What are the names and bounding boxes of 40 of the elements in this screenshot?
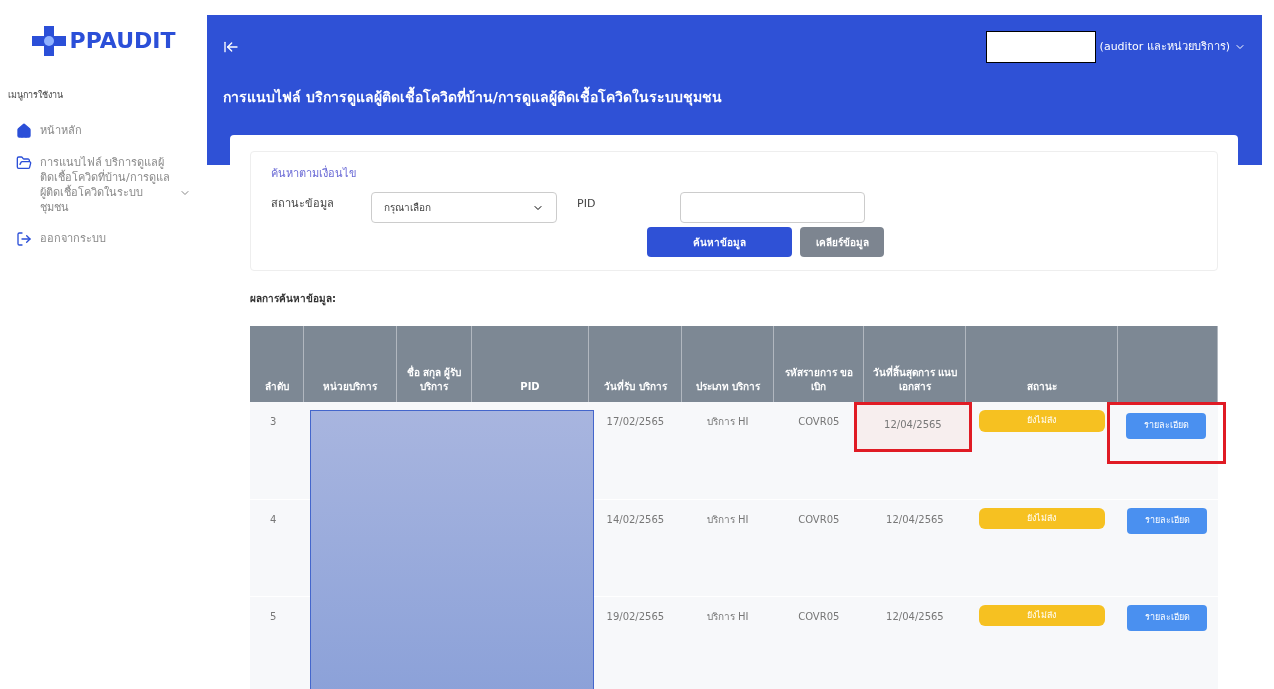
table-cell: COVR05: [773, 499, 864, 596]
status-badge: ยังไม่ส่ง: [978, 507, 1105, 529]
table-cell-text: 12/04/2565: [885, 609, 945, 624]
table-cell: 19/02/2565: [588, 596, 682, 689]
table-cell: COVR05: [773, 596, 864, 689]
menu-toggle-icon[interactable]: [223, 39, 239, 55]
details-button[interactable]: รายละเอียด: [1127, 604, 1208, 631]
field-label: สถานะข้อมูล: [271, 196, 335, 212]
status-badge: ยังไม่ส่ง: [978, 410, 1105, 432]
logo-text: PPAUDIT: [69, 27, 176, 55]
menu-heading: เมนูการใช้งาน: [7, 89, 64, 103]
table-cell: 5: [250, 596, 304, 689]
clear-button[interactable]: เคลียร์ข้อมูล: [800, 227, 884, 257]
details-button[interactable]: รายละเอียด: [1126, 413, 1207, 439]
sidebar-item[interactable]: หน้าหลัก: [0, 114, 207, 147]
table-cell: บริการ HI: [681, 499, 774, 596]
table-cell: บริการ HI: [681, 596, 774, 689]
sidebar-item[interactable]: ออกจากระบบ: [0, 222, 207, 255]
status-badge: ยังไม่ส่ง: [978, 604, 1105, 626]
table-cell: บริการ HI: [681, 402, 774, 499]
table-cell: 14/02/2565: [588, 499, 682, 596]
search-legend: ค้นหาตามเงื่อนไข: [271, 167, 357, 180]
folder-icon: [16, 154, 32, 171]
pid-field[interactable]: [680, 192, 865, 223]
logout-icon: [16, 230, 32, 247]
details-button[interactable]: รายละเอียด: [1127, 507, 1208, 534]
table-cell-text: 12/04/2565: [885, 512, 945, 527]
user-role[interactable]: (auditor และหน่วยบริการ): [1099, 38, 1230, 56]
table-cell: 17/02/2565: [588, 402, 682, 499]
results-label: ผลการค้นหาข้อมูล:: [250, 292, 337, 306]
table-cell: 4: [250, 499, 304, 596]
field-label: PID: [577, 196, 597, 212]
status-select[interactable]: กรุณาเลือก: [371, 192, 557, 223]
sidebar-item[interactable]: การแนบไฟล์ บริการดูแลผู้ติดเชื้อโควิดที่บ้าน/การดูแลผู้ติดเชื้อโควิดในระบบชุมชน: [0, 146, 207, 223]
home-icon: [16, 122, 32, 139]
logo-icon: [31, 25, 66, 56]
search-button[interactable]: ค้นหาข้อมูล: [647, 227, 792, 257]
table-cell: 12/04/2565: [854, 402, 972, 452]
table-cell: 3: [250, 402, 304, 499]
page-title: การแนบไฟล์ บริการดูแลผู้ติดเชื้อโควิดที่บ้าน/การดูแลผู้ติดเชื้อโควิดในระบบชุมชน: [223, 87, 1246, 108]
